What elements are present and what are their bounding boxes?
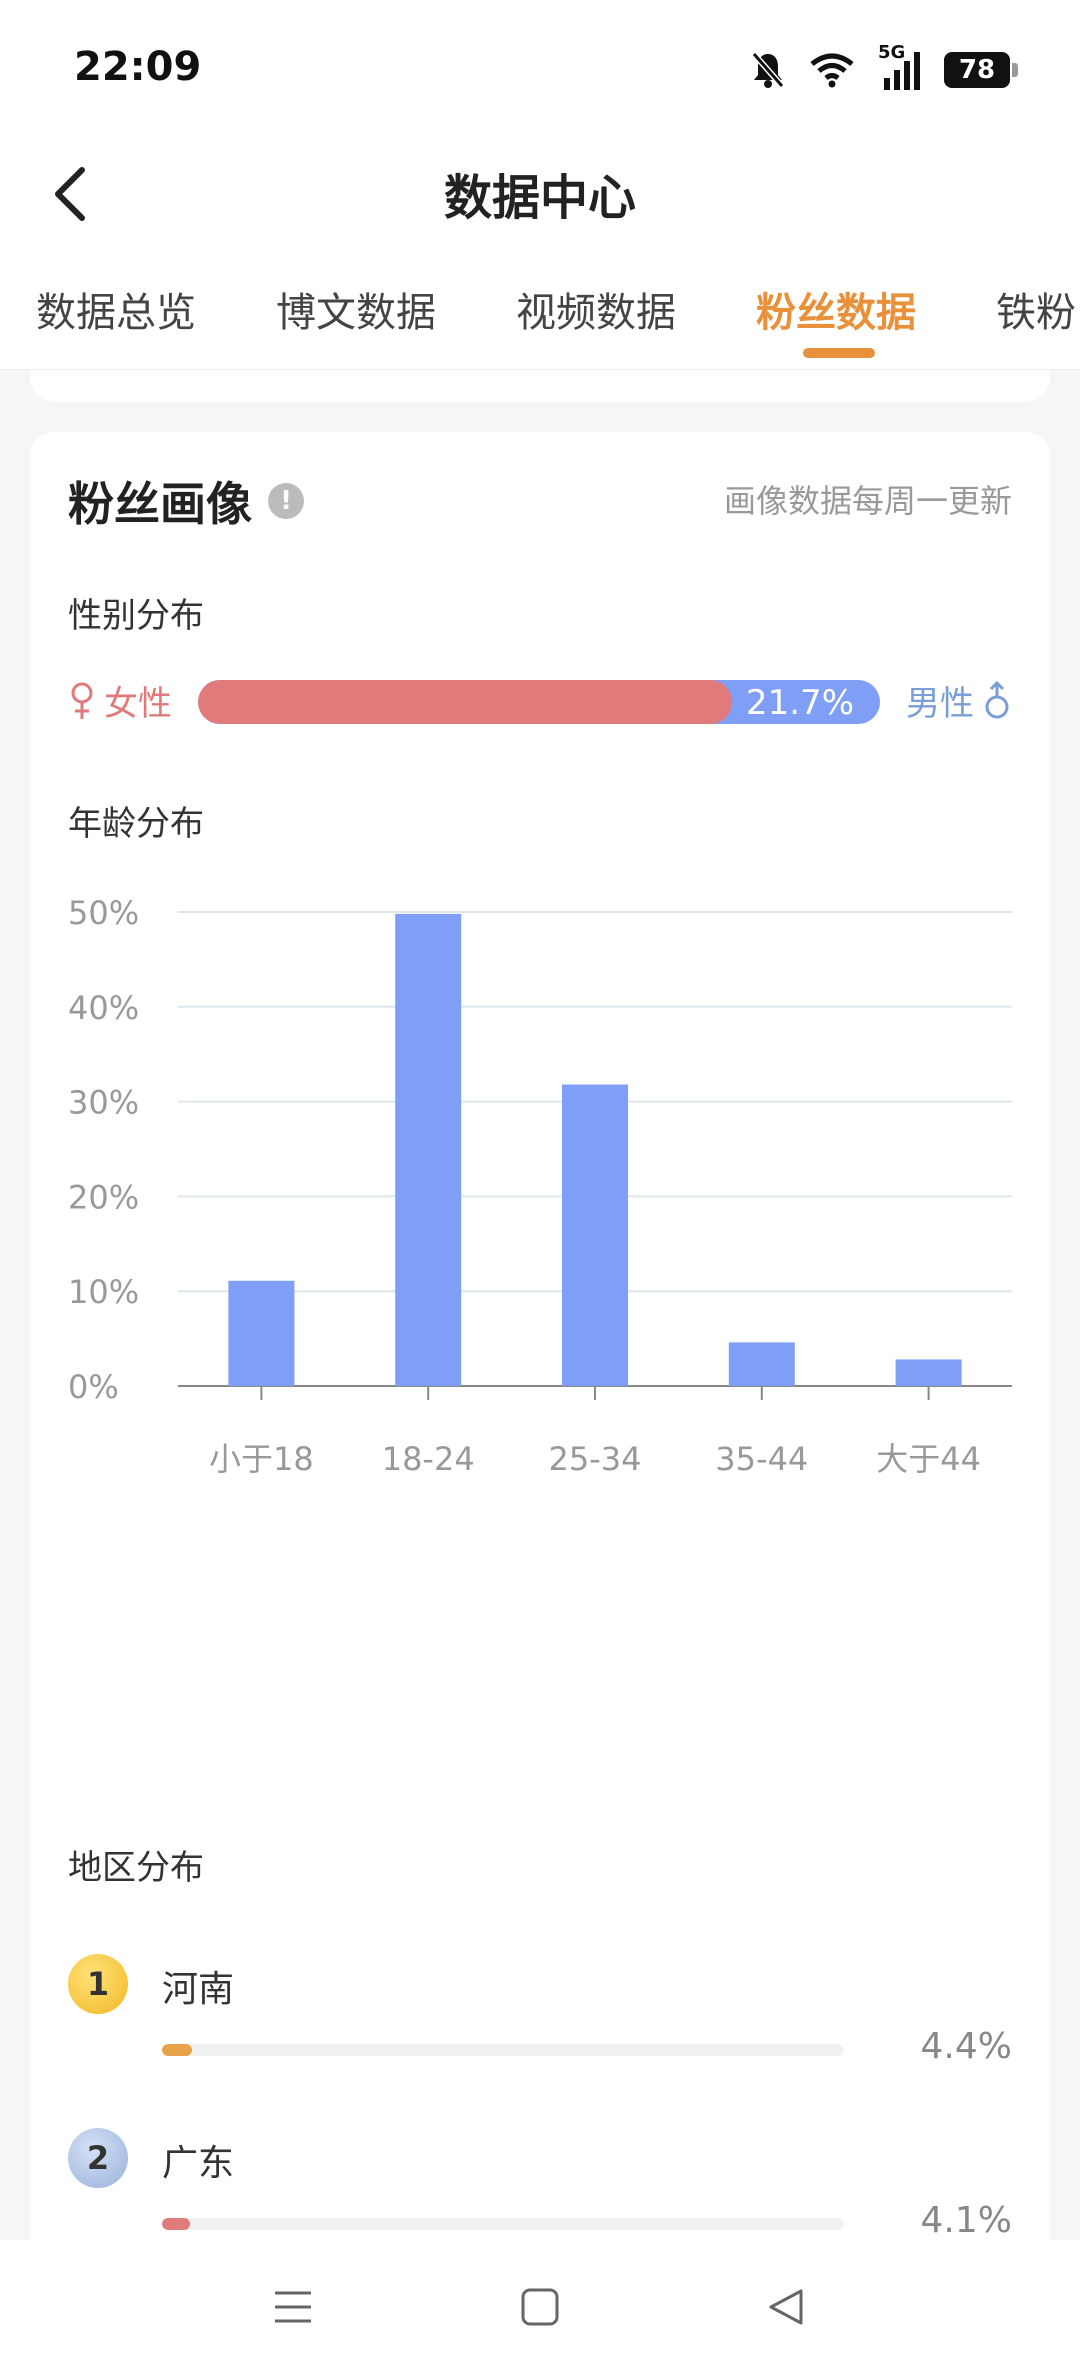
status-icons: 5G 78 xyxy=(750,42,1018,92)
y-tick-label: 30% xyxy=(68,1084,139,1122)
wifi-icon xyxy=(808,52,856,88)
region-progress-fill xyxy=(162,2044,192,2056)
region-progress-fill xyxy=(162,2218,190,2230)
tab-bar: 数据总览 博文数据 视频数据 粉丝数据 铁粉 xyxy=(0,252,1080,370)
y-tick-label: 40% xyxy=(68,989,139,1027)
status-time: 22:09 xyxy=(74,44,202,90)
gender-bar: 21.7% xyxy=(198,680,880,724)
female-icon xyxy=(71,682,93,719)
region-name: 广东 xyxy=(162,2143,235,2184)
x-tick-label: 25-34 xyxy=(549,1440,642,1478)
rank-badge: 1 xyxy=(68,1954,128,2014)
info-icon[interactable]: ! xyxy=(268,483,304,519)
male-icon xyxy=(985,680,1009,718)
rank-badge: 2 xyxy=(68,2128,128,2188)
bar xyxy=(562,1084,628,1386)
battery-icon: 78 xyxy=(944,52,1018,88)
y-tick-label: 50% xyxy=(68,894,139,932)
female-fill xyxy=(198,680,732,724)
nav-bar: 数据中心 xyxy=(0,140,1080,252)
region-progress-track xyxy=(162,2044,844,2056)
home-square-icon xyxy=(521,2288,559,2325)
menu-button[interactable] xyxy=(253,2267,333,2347)
tab-iron-fans[interactable]: 铁粉 xyxy=(996,280,1076,338)
x-tick-label: 35-44 xyxy=(715,1440,808,1478)
menu-icon xyxy=(275,2291,312,2322)
gender-section-label: 性别分布 xyxy=(68,596,204,636)
status-bar: 22:09 5G 78 xyxy=(0,0,1080,140)
card-title: 粉丝画像 ! xyxy=(68,468,304,534)
bar xyxy=(728,1342,795,1386)
y-tick-label: 0% xyxy=(68,1368,119,1406)
fan-profile-card: 粉丝画像 ! 画像数据每周一更新 性别分布 女性 21.7% 男性 年龄分布 0… xyxy=(30,432,1050,2373)
tab-fans[interactable]: 粉丝数据 xyxy=(756,280,916,338)
update-note: 画像数据每周一更新 xyxy=(723,482,1012,520)
tab-posts[interactable]: 博文数据 xyxy=(276,280,436,338)
page-title: 数据中心 xyxy=(443,170,636,226)
region-item: 1 河南 4.4% xyxy=(68,1954,1012,2084)
region-percent: 4.4% xyxy=(920,2026,1012,2067)
male-legend: 男性 xyxy=(906,676,1012,725)
mute-bell-icon xyxy=(750,50,786,90)
gender-distribution: 女性 21.7% 男性 xyxy=(68,672,1012,732)
previous-card-edge xyxy=(30,370,1050,402)
y-tick-label: 20% xyxy=(68,1178,139,1216)
male-percent: 21.7% xyxy=(745,683,854,723)
tab-overview[interactable]: 数据总览 xyxy=(36,280,196,338)
triangle-back-icon xyxy=(769,2289,803,2324)
bar xyxy=(895,1359,962,1386)
region-progress-track xyxy=(162,2218,844,2230)
card-title-text: 粉丝画像 xyxy=(68,477,252,531)
active-tab-indicator xyxy=(803,348,875,358)
female-label: 女性 xyxy=(104,684,172,724)
region-name: 河南 xyxy=(162,1969,235,2010)
female-legend: 女性 xyxy=(68,676,172,725)
x-tick-label: 18-24 xyxy=(382,1440,475,1478)
region-section-label: 地区分布 xyxy=(68,1848,204,1888)
x-tick-label: 小于18 xyxy=(209,1440,314,1478)
system-navigation-bar xyxy=(0,2240,1080,2373)
system-back-button[interactable] xyxy=(747,2267,827,2347)
bar xyxy=(395,913,462,1386)
age-bar-chart: 0% 10% 20% 30% 40% 50% 小于18 18-24 25-34 35-44 大于44 xyxy=(68,894,1012,1478)
cellular-signal-icon: 5G xyxy=(878,42,922,92)
region-item: 2 广东 4.1% xyxy=(68,2128,1012,2258)
male-label: 男性 xyxy=(906,684,974,724)
x-tick-label: 大于44 xyxy=(876,1440,981,1478)
home-button[interactable] xyxy=(500,2267,580,2347)
region-percent: 4.1% xyxy=(920,2200,1012,2241)
bar xyxy=(228,1280,295,1386)
y-tick-label: 10% xyxy=(68,1273,139,1311)
age-section-label: 年龄分布 xyxy=(68,804,204,844)
tab-videos[interactable]: 视频数据 xyxy=(516,280,676,338)
